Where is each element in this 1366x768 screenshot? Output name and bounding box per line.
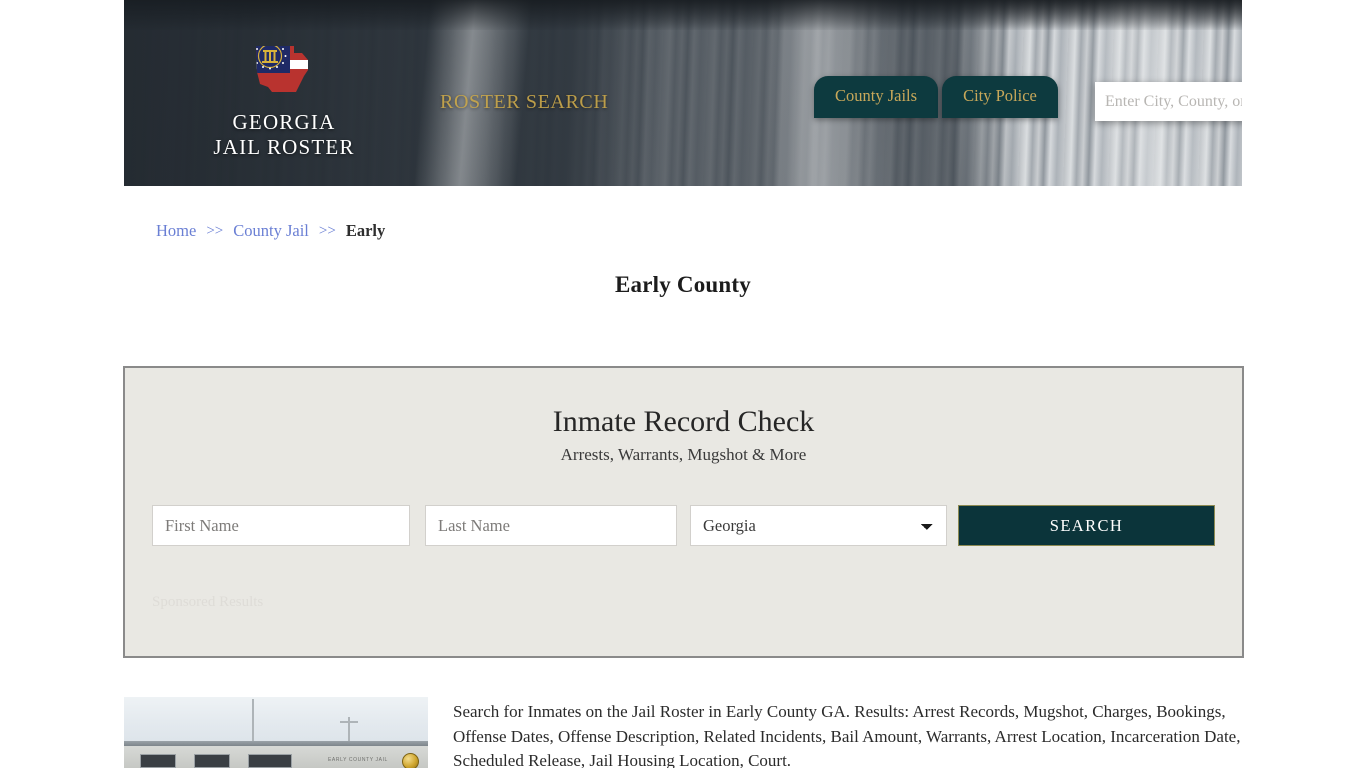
last-name-input[interactable] (425, 505, 677, 546)
sheriff-badge-icon (402, 753, 419, 768)
photo-window (194, 754, 230, 768)
primary-nav: County Jails City Police (814, 76, 1058, 118)
nav-item-city-police[interactable]: City Police (942, 76, 1058, 118)
photo-sky (124, 697, 428, 743)
brand-line-1: GEORGIA (232, 110, 336, 134)
breadcrumb-item-current: Early (345, 221, 386, 240)
photo-jail-sign: EARLY COUNTY JAIL (328, 757, 388, 763)
page-title: Early County (615, 272, 751, 297)
state-select[interactable]: GeorgiaAlabamaFloridaSouth CarolinaTenne… (690, 505, 947, 546)
site-header: GEORGIA JAIL ROSTER ROSTER SEARCH County… (124, 0, 1242, 186)
photo-antenna (252, 699, 254, 743)
photo-utility-crossarm (340, 721, 358, 723)
card-title: Inmate Record Check (552, 405, 815, 438)
brand-line-2: JAIL ROSTER (213, 135, 355, 159)
inmate-record-check-card: Inmate Record Check Arrests, Warrants, M… (123, 366, 1244, 658)
header-tagline: ROSTER SEARCH (440, 91, 609, 113)
georgia-state-flag-icon (250, 40, 318, 106)
breadcrumb-item-county-jail[interactable]: County Jail (233, 221, 309, 241)
breadcrumb-separator: >> (206, 222, 224, 239)
page-description: Search for Inmates on the Jail Roster in… (453, 702, 1241, 768)
breadcrumb: Home >> County Jail >> Early (156, 221, 385, 241)
first-name-input[interactable] (152, 505, 410, 546)
photo-window (140, 754, 176, 768)
page-root: GEORGIA JAIL ROSTER ROSTER SEARCH County… (0, 0, 1366, 768)
photo-entrance (248, 754, 292, 768)
breadcrumb-separator: >> (318, 222, 336, 239)
breadcrumb-item-home[interactable]: Home (156, 221, 196, 241)
sponsored-results-label: Sponsored Results (152, 594, 264, 610)
inmate-search-button[interactable]: SEARCH (958, 505, 1215, 546)
card-subtitle: Arrests, Warrants, Mugshot & More (560, 445, 807, 464)
inmate-search-form: GeorgiaAlabamaFloridaSouth CarolinaTenne… (152, 505, 1215, 546)
early-county-jail-photo: EARLY COUNTY JAIL (124, 697, 428, 768)
header-search (1095, 82, 1242, 121)
search-input[interactable] (1095, 82, 1242, 121)
site-logo[interactable]: GEORGIA JAIL ROSTER (189, 40, 379, 160)
nav-item-county-jails[interactable]: County Jails (814, 76, 939, 118)
